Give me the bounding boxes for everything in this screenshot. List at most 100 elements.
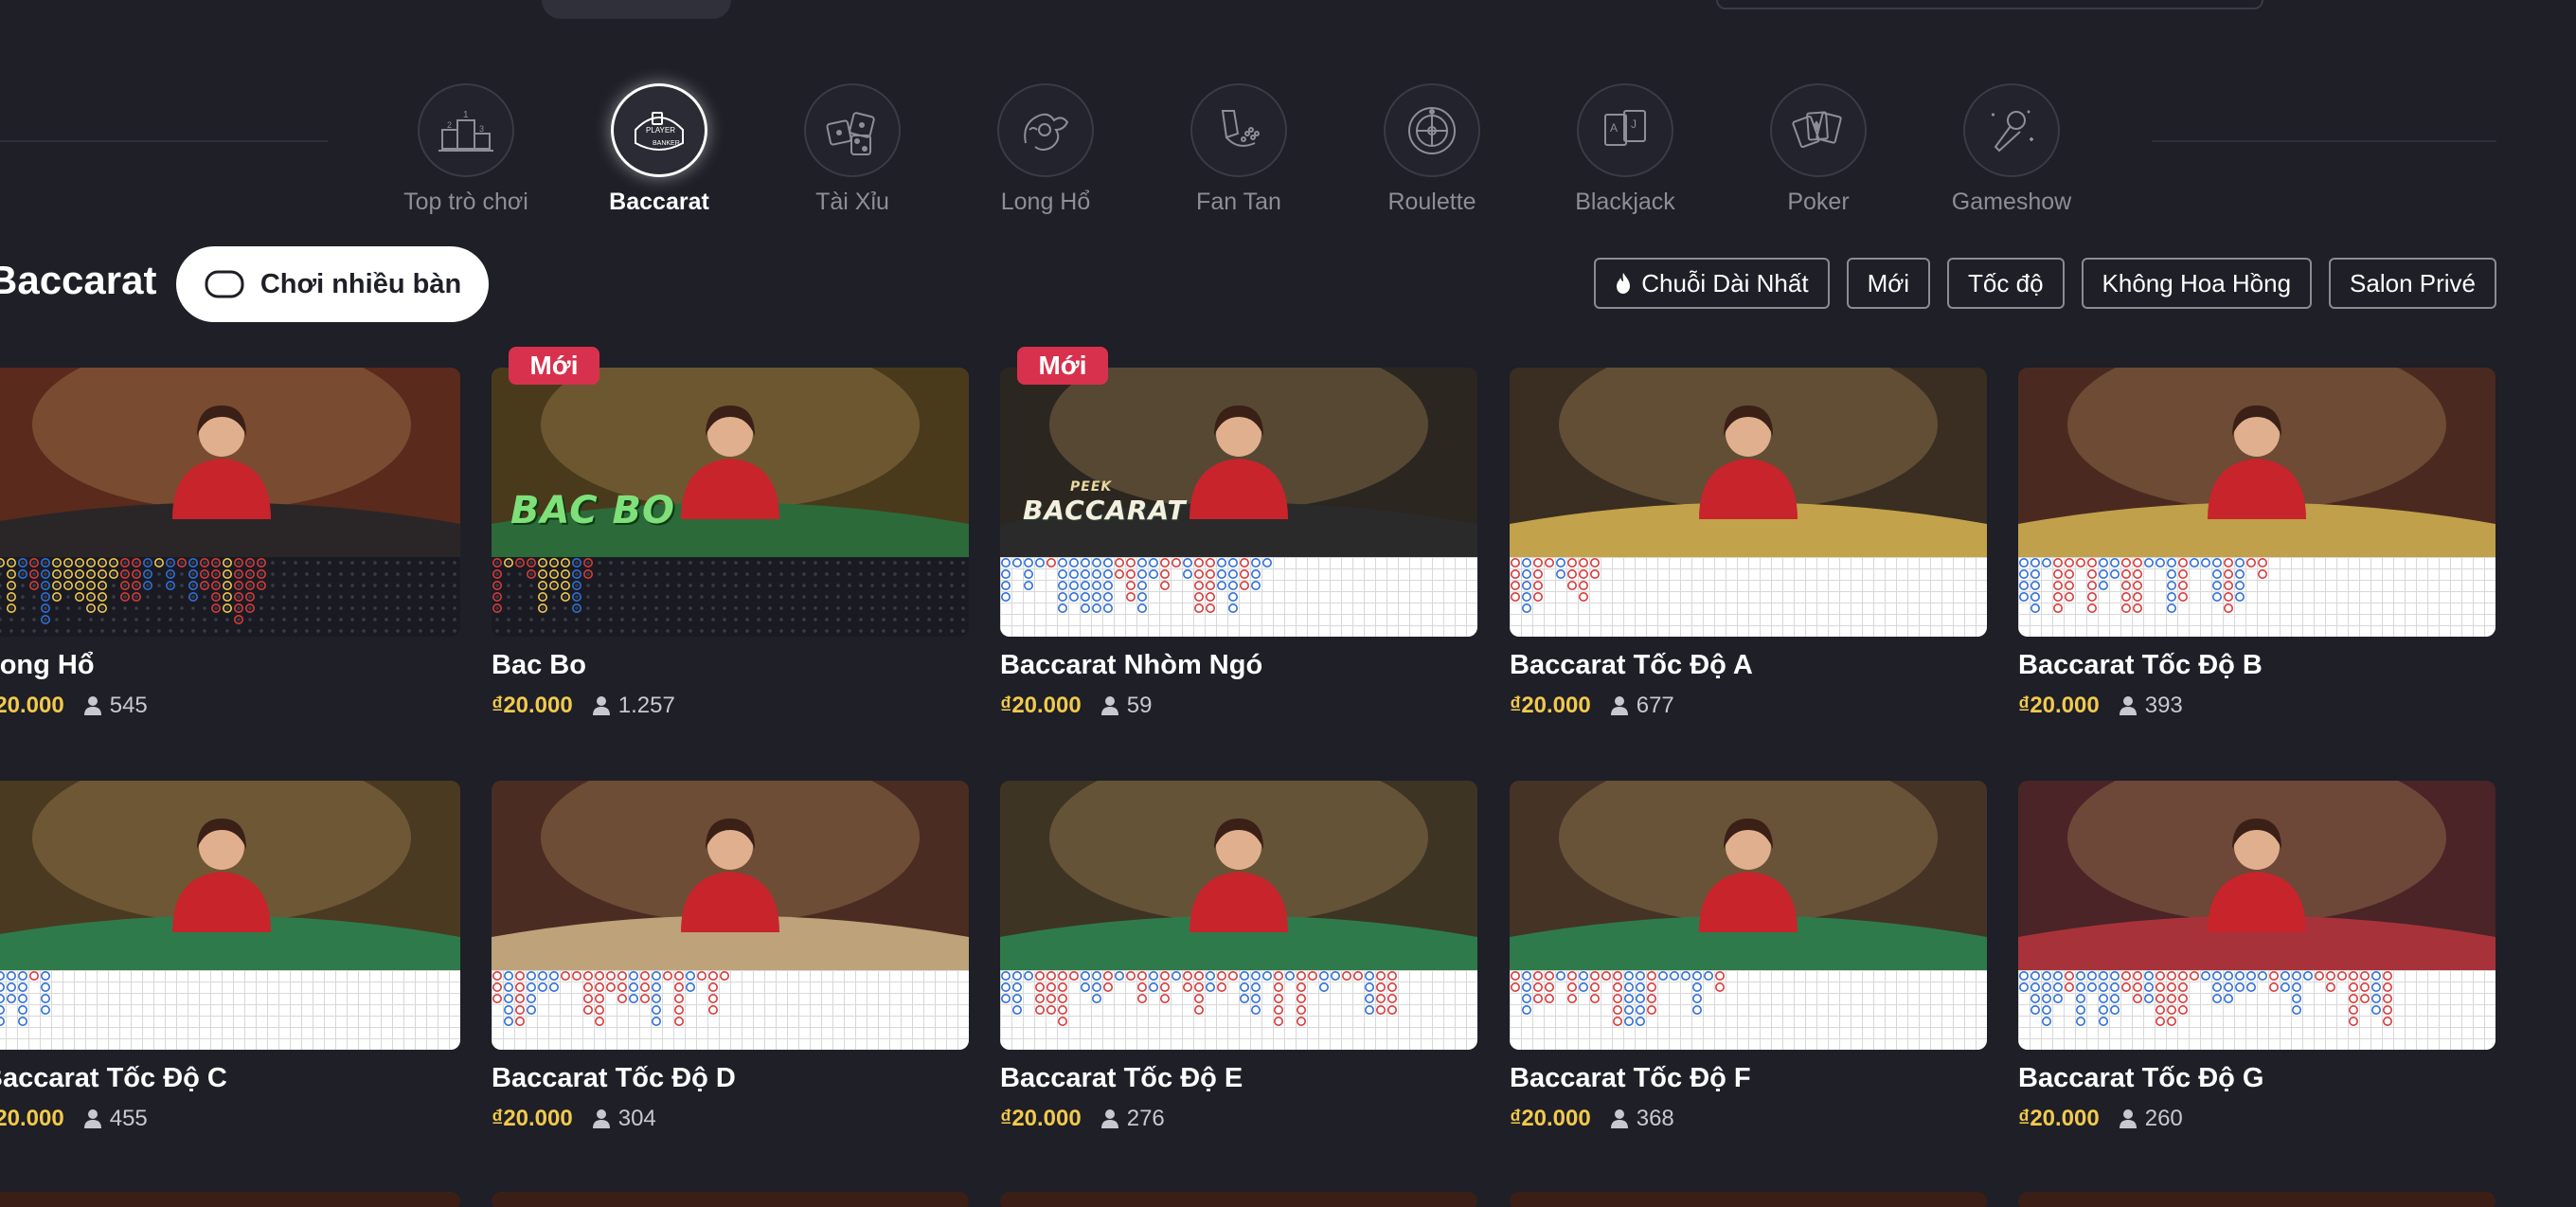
roadmap-bead [526, 558, 536, 567]
roadmap-bead [1511, 580, 1520, 590]
roadmap-bead [514, 993, 525, 1003]
filter-new[interactable]: Mới [1846, 258, 1931, 309]
game-thumbnail-partial[interactable] [0, 1192, 460, 1207]
category-tai-xiu[interactable]: Tài Xỉu [758, 83, 947, 216]
roadmap-bead [63, 569, 74, 579]
user-icon [592, 1109, 610, 1128]
multi-table-button[interactable]: Chơi nhiều bàn [176, 246, 489, 322]
roadmap-bead [1228, 580, 1239, 590]
roadmap-bead [1206, 971, 1216, 981]
roadmap-bead [1386, 993, 1397, 1003]
category-poker[interactable]: Poker [1724, 83, 1913, 216]
game-thumbnail-partial[interactable] [1000, 1192, 1477, 1207]
roadmap-bead [1613, 982, 1623, 992]
roadmap-bead [2087, 580, 2098, 590]
roadmap-bead [52, 591, 63, 602]
category-fan-tan[interactable]: Fan Tan [1144, 83, 1333, 216]
user-icon [1100, 1109, 1118, 1128]
game-name: Baccarat Tốc Độ F [1510, 1063, 1751, 1093]
dealer-scene-art [2018, 368, 2496, 557]
game-card-speed-f[interactable]: Baccarat Tốc Độ F ₫20.000 368 [1510, 781, 1987, 1132]
roadmap-bead [1250, 993, 1261, 1003]
roadmap-bead [2075, 1016, 2085, 1026]
game-thumbnail-partial[interactable] [492, 1192, 969, 1207]
roadmap-bead [2212, 569, 2223, 579]
category-top-games[interactable]: 1 2 3 Top trò chơi [371, 83, 561, 216]
game-thumbnail-partial[interactable] [1510, 1192, 1987, 1207]
roadmap-bead [2382, 971, 2392, 981]
roadmap-bead [595, 982, 605, 992]
roadmap-bead [2041, 1016, 2051, 1026]
roadmap-bead [1001, 591, 1011, 602]
roadmap-bead [708, 993, 719, 1003]
roadmap-bead [1023, 580, 1033, 590]
filter-longest-streak[interactable]: Chuỗi Dài Nhất [1594, 258, 1830, 309]
roadmap-bead [120, 591, 131, 602]
roadmap-bead [1001, 558, 1011, 567]
game-card-speed-e[interactable]: Baccarat Tốc Độ E ₫20.000 276 [1000, 781, 1477, 1132]
roadmap-bead [2246, 971, 2257, 981]
roadmap-bead [2224, 603, 2234, 613]
roadmap-bead [1590, 558, 1601, 567]
roadmap-bead [2052, 558, 2063, 567]
game-card-speed-b[interactable]: Baccarat Tốc Độ B ₫20.000 393 [2018, 368, 2496, 719]
roadmap-bead [2190, 558, 2200, 567]
roadmap-bead [2144, 971, 2155, 981]
roadmap-bead [561, 580, 571, 590]
roadmap-bead [188, 580, 199, 590]
roadmap-bead [2212, 982, 2223, 992]
game-card-speed-a[interactable]: Baccarat Tốc Độ A ₫20.000 677 [1510, 368, 1987, 719]
roadmap [0, 557, 460, 637]
roadmap-bead [1160, 971, 1171, 981]
game-card-speed-c[interactable]: Baccarat Tốc Độ C ₫20.000 455 [0, 781, 460, 1132]
roadmap-bead [1001, 569, 1011, 579]
roadmap-bead [211, 569, 222, 579]
category-gameshow[interactable]: Gameshow [1917, 83, 2106, 216]
game-card-bac-bo[interactable]: Mới BAC BO Bac Bo ₫20.000 1.257 [492, 347, 969, 719]
roadmap-bead [2110, 982, 2120, 992]
game-card-long-ho[interactable]: Long Hổ ₫20.000 545 [0, 368, 460, 719]
roadmap-bead [617, 982, 628, 992]
roadmap-bead [1522, 993, 1531, 1003]
roadmap-bead [504, 971, 513, 981]
roadmap-bead [2121, 603, 2132, 613]
roadmap-bead [166, 558, 176, 567]
roadmap-bead [1160, 580, 1171, 590]
filter-speed[interactable]: Tốc độ [1947, 258, 2065, 309]
roadmap-bead [2224, 591, 2234, 602]
roadmap-bead [1092, 982, 1102, 992]
roadmap-bead [617, 993, 628, 1003]
roadmap-bead [1217, 580, 1227, 590]
game-card-speed-g[interactable]: Baccarat Tốc Độ G ₫20.000 260 [2018, 781, 2496, 1132]
roadmap-bead [548, 569, 559, 579]
search-box[interactable] [1716, 0, 2263, 9]
roadmap-bead [40, 1004, 50, 1015]
category-label: Top trò chơi [403, 189, 528, 215]
roadmap-bead [1532, 580, 1543, 590]
category-blackjack[interactable]: A J Blackjack [1530, 83, 1720, 216]
game-thumbnail-partial[interactable] [2018, 1192, 2496, 1207]
filter-salon-prive[interactable]: Salon Privé [2329, 258, 2496, 309]
roadmap-bead [223, 569, 233, 579]
filter-no-commission[interactable]: Không Hoa Hồng [2081, 258, 2313, 309]
category-long-ho[interactable]: Long Hổ [951, 83, 1140, 216]
roadmap-bead [652, 1016, 662, 1026]
game-card-speed-d[interactable]: Baccarat Tốc Độ D ₫20.000 304 [492, 781, 969, 1132]
game-card-baccarat-peek[interactable]: Mới PEEK BACCARAT Baccarat Nhòm Ngó ₫20.… [1000, 347, 1477, 719]
roadmap-bead [28, 580, 39, 590]
category-baccarat[interactable]: PLAYER BANKER Baccarat [564, 83, 754, 216]
roadmap-bead [2156, 1016, 2166, 1026]
roadmap-bead [606, 982, 617, 992]
category-label: Fan Tan [1196, 189, 1281, 215]
multi-table-icon [205, 270, 244, 298]
roadmap-bead [2291, 993, 2301, 1003]
roadmap-bead [1206, 591, 1216, 602]
roadmap-bead [1273, 1016, 1283, 1026]
roadmap-bead [526, 971, 536, 981]
roadmap-bead [0, 994, 5, 1003]
top-nav-pill[interactable] [542, 0, 731, 19]
roadmap-bead [233, 603, 243, 613]
category-roulette[interactable]: Roulette [1337, 83, 1527, 216]
game-name: Baccarat Tốc Độ D [492, 1063, 736, 1093]
roadmap-bead [1511, 982, 1520, 992]
